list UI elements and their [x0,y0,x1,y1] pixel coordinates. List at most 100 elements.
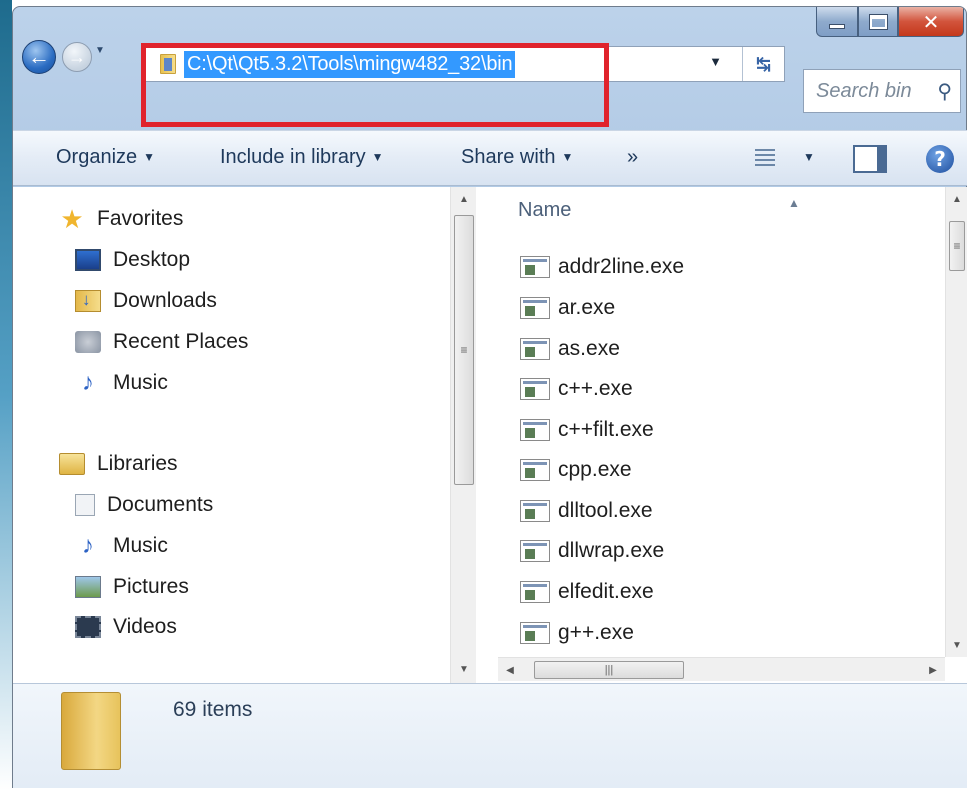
address-dropdown-icon[interactable]: ▼ [709,54,722,69]
exe-file-icon [520,500,550,522]
preview-pane-icon[interactable] [853,145,887,173]
change-view-icon[interactable] [755,149,775,169]
file-name: c++.exe [558,377,633,400]
file-name: ar.exe [558,296,616,319]
include-in-library-menu[interactable]: Include in library ▼ [220,146,384,169]
file-item[interactable]: dlltool.exe [520,499,653,523]
nav-item-label: Music [113,534,168,557]
file-name: as.exe [558,337,620,360]
refresh-icon: ↹ [755,53,772,74]
desktop-icon [75,249,101,271]
nav-item-documents[interactable]: Documents [75,493,213,517]
file-item[interactable]: c++filt.exe [520,418,654,442]
nav-item-pictures[interactable]: Pictures [75,575,189,599]
more-commands-button[interactable]: » [627,146,638,169]
scroll-thumb[interactable]: ≡ [454,215,474,485]
libraries-icon [59,453,85,475]
sort-ascending-icon: ▲ [788,196,800,210]
nav-libraries[interactable]: Libraries [59,452,178,476]
nav-item-music[interactable]: ♪ Music [75,371,168,395]
forward-button[interactable]: → [62,42,92,72]
recent-places-icon [75,331,101,353]
file-name: c++filt.exe [558,418,654,441]
scroll-left-icon[interactable]: ◀ [498,658,522,682]
close-button[interactable]: ✕ [898,7,964,37]
search-icon[interactable]: ⚲ [937,79,952,104]
organize-label: Organize [56,146,138,168]
scroll-down-icon[interactable]: ▼ [451,657,477,681]
file-item[interactable]: as.exe [520,337,620,361]
scroll-up-icon[interactable]: ▲ [451,187,477,211]
chevron-down-icon: ▼ [371,150,384,164]
scroll-thumb[interactable]: ≡ [949,221,965,271]
exe-file-icon [520,297,550,319]
name-column-header[interactable]: ▲ Name [518,196,800,222]
file-name: cpp.exe [558,458,632,481]
videos-icon [75,616,101,638]
file-list-vertical-scrollbar[interactable]: ▲ ≡ ▼ [945,187,967,657]
horizontal-scroll-thumb[interactable]: ||| [534,661,684,679]
nav-item-desktop[interactable]: Desktop [75,248,190,272]
chevron-down-icon: ▼ [561,150,574,164]
minimize-button[interactable] [816,7,858,37]
file-item[interactable]: ar.exe [520,296,615,320]
nav-item-label: Videos [113,615,177,638]
minimize-icon [829,24,845,29]
downloads-folder-icon [75,290,101,312]
file-item[interactable]: elfedit.exe [520,580,654,604]
file-list-horizontal-scrollbar[interactable]: ◀ ||| ▶ [498,657,945,681]
nav-pane-scrollbar[interactable]: ▲ ≡ ▼ [450,187,476,683]
maximize-button[interactable] [858,7,898,37]
caption-buttons: ✕ [816,7,964,39]
exe-file-icon [520,419,550,441]
refresh-button[interactable]: ↹ [742,47,784,81]
nav-favorites[interactable]: ★ Favorites [59,204,184,234]
details-pane: 69 items [13,683,967,788]
file-list-pane: ▲ Name addr2line.exe ar.exe as.exe c++.e… [476,187,967,683]
file-item[interactable]: g++.exe [520,621,634,645]
music-icon: ♪ [82,532,94,559]
file-item[interactable]: cpp.exe [520,458,632,482]
nav-favorites-label: Favorites [97,207,184,230]
nav-item-label: Music [113,371,168,394]
desktop-edge [0,0,12,791]
address-bar[interactable]: C:\Qt\Qt5.3.2\Tools\mingw482_32\bin ▼ ↹ [145,46,785,82]
nav-item-label: Documents [107,493,214,516]
nav-item-label: Desktop [113,248,191,271]
share-with-label: Share with [461,146,556,168]
file-item[interactable]: addr2line.exe [520,255,684,279]
music-icon: ♪ [82,369,94,396]
address-path[interactable]: C:\Qt\Qt5.3.2\Tools\mingw482_32\bin [184,50,516,78]
maximize-icon [868,13,888,30]
organize-menu[interactable]: Organize ▼ [56,146,155,169]
pictures-icon [75,576,101,598]
file-item[interactable]: dllwrap.exe [520,539,664,563]
help-icon[interactable]: ? [926,145,954,173]
item-count: 69 items [173,698,253,721]
close-icon: ✕ [922,9,940,34]
command-bar: Organize ▼ Include in library ▼ Share with… [13,130,967,186]
nav-item-downloads[interactable]: Downloads [75,289,217,313]
nav-item-label: Downloads [113,289,217,312]
nav-item-recent-places[interactable]: Recent Places [75,330,248,354]
star-icon: ★ [60,204,84,234]
view-options-dropdown[interactable]: ▼ [803,150,815,164]
scroll-right-icon[interactable]: ▶ [921,658,945,682]
exe-file-icon [520,378,550,400]
folder-icon [61,692,121,770]
share-with-menu[interactable]: Share with ▼ [461,146,573,169]
name-column-label: Name [518,199,572,221]
file-item[interactable]: c++.exe [520,377,633,401]
file-name: addr2line.exe [558,255,685,278]
file-name: elfedit.exe [558,580,654,603]
back-button[interactable]: ← [22,40,56,74]
recent-pages-dropdown[interactable]: ▼ [95,45,105,56]
scroll-up-icon[interactable]: ▲ [946,187,968,211]
search-input[interactable]: Search bin ⚲ [803,69,961,113]
nav-item-library-music[interactable]: ♪ Music [75,534,168,558]
nav-item-label: Pictures [113,575,189,598]
exe-file-icon [520,622,550,644]
scroll-down-icon[interactable]: ▼ [946,633,968,657]
nav-item-videos[interactable]: Videos [75,615,177,639]
chevron-down-icon: ▼ [143,150,156,164]
